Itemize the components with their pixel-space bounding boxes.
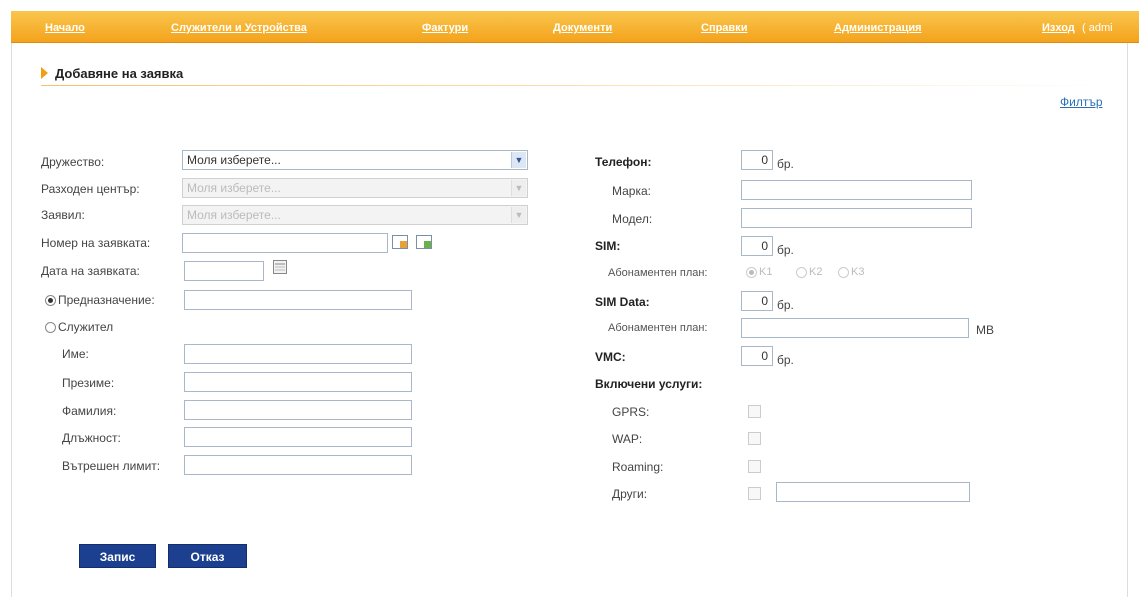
cost-center-select[interactable]: Моля изберете... ▼ (182, 178, 528, 198)
nav-administration[interactable]: Администрация (834, 22, 922, 34)
other-checkbox[interactable] (748, 487, 761, 500)
internal-limit-label: Вътрешен лимит: (62, 459, 161, 473)
gprs-checkbox[interactable] (748, 405, 761, 418)
request-date-input[interactable] (184, 261, 264, 281)
phone-qty-input[interactable]: 0 (741, 150, 773, 170)
nav-employees-devices[interactable]: Служители и Устройства (171, 22, 307, 34)
model-label: Модел: (612, 212, 653, 226)
plan-k1-radio[interactable] (746, 267, 757, 278)
sim-data-qty-input[interactable]: 0 (741, 291, 773, 311)
chevron-down-icon[interactable]: ▼ (511, 152, 526, 168)
phone-label: Телефон: (595, 155, 652, 169)
chevron-down-icon: ▼ (511, 180, 526, 196)
save-button[interactable]: Запис (79, 544, 156, 568)
wap-label: WAP: (612, 432, 643, 446)
plan-k3-label: K3 (851, 266, 865, 278)
page-title: Добавяне на заявка (55, 66, 184, 81)
cost-center-select-value: Моля изберете... (187, 181, 281, 195)
sim-unit: бр. (777, 243, 794, 257)
middle-name-input[interactable] (184, 372, 412, 392)
vmc-label: VMC: (595, 350, 626, 364)
title-divider (41, 85, 1116, 86)
company-select[interactable]: Моля изберете... ▼ (182, 150, 528, 170)
model-input[interactable] (741, 208, 972, 228)
brand-input[interactable] (741, 180, 972, 200)
filter-link[interactable]: Филтър (1060, 95, 1103, 109)
request-date-label: Дата на заявката: (41, 264, 140, 278)
user-label: ( admi (1082, 22, 1113, 34)
phone-unit: бр. (777, 157, 794, 171)
request-number-input[interactable] (182, 233, 388, 253)
cost-center-label: Разходен център: (41, 182, 140, 196)
internal-limit-input[interactable] (184, 455, 412, 475)
nav-documents[interactable]: Документи (553, 22, 612, 34)
add-icon[interactable] (392, 235, 408, 249)
sim-qty-input[interactable]: 0 (741, 236, 773, 256)
vmc-unit: бр. (777, 353, 794, 367)
wap-checkbox[interactable] (748, 432, 761, 445)
plan-k2-label: K2 (809, 266, 823, 278)
cancel-button[interactable]: Отказ (168, 544, 247, 568)
employee-label: Служител (58, 320, 114, 334)
purpose-input[interactable] (184, 290, 412, 310)
plan-k2-radio[interactable] (796, 267, 807, 278)
title-arrow-icon (41, 67, 48, 79)
other-input[interactable] (776, 482, 970, 502)
position-label: Длъжност: (62, 431, 121, 445)
plan-k1-label: K1 (759, 266, 773, 278)
roaming-checkbox[interactable] (748, 460, 761, 473)
data-plan-label: Абонаментен план: (608, 322, 708, 334)
purpose-label: Предназначение: (58, 293, 155, 307)
first-name-input[interactable] (184, 344, 412, 364)
requester-select[interactable]: Моля изберете... ▼ (182, 205, 528, 225)
company-select-value: Моля изберете... (187, 153, 281, 167)
nav-invoices[interactable]: Фактури (422, 22, 468, 34)
requester-select-value: Моля изберете... (187, 208, 281, 222)
gprs-label: GPRS: (612, 405, 650, 419)
first-name-label: Име: (62, 347, 89, 361)
brand-label: Марка: (612, 184, 651, 198)
top-navigation: Начало Служители и Устройства Фактури До… (11, 11, 1139, 43)
employee-radio[interactable] (45, 322, 56, 333)
company-label: Дружество: (41, 155, 105, 169)
surname-label: Фамилия: (62, 404, 117, 418)
sim-data-label: SIM Data: (595, 295, 650, 309)
request-number-label: Номер на заявката: (41, 236, 151, 250)
data-plan-input[interactable] (741, 318, 969, 338)
vmc-qty-input[interactable]: 0 (741, 346, 773, 366)
sim-label: SIM: (595, 239, 621, 253)
nav-logout[interactable]: Изход (1042, 22, 1075, 34)
purpose-radio[interactable] (45, 295, 56, 306)
other-label: Други: (612, 487, 648, 501)
roaming-label: Roaming: (612, 460, 664, 474)
plan-k3-radio[interactable] (838, 267, 849, 278)
sim-data-unit: бр. (777, 298, 794, 312)
mb-unit: MB (976, 323, 994, 337)
nav-home[interactable]: Начало (45, 22, 85, 34)
position-input[interactable] (184, 427, 412, 447)
nav-reports[interactable]: Справки (701, 22, 747, 34)
calendar-icon[interactable] (272, 260, 288, 274)
plan-label: Абонаментен план: (608, 267, 708, 279)
requester-label: Заявил: (41, 208, 85, 222)
lookup-icon[interactable] (416, 235, 432, 249)
services-label: Включени услуги: (595, 377, 703, 391)
surname-input[interactable] (184, 400, 412, 420)
chevron-down-icon: ▼ (511, 207, 526, 223)
middle-name-label: Презиме: (62, 376, 115, 390)
